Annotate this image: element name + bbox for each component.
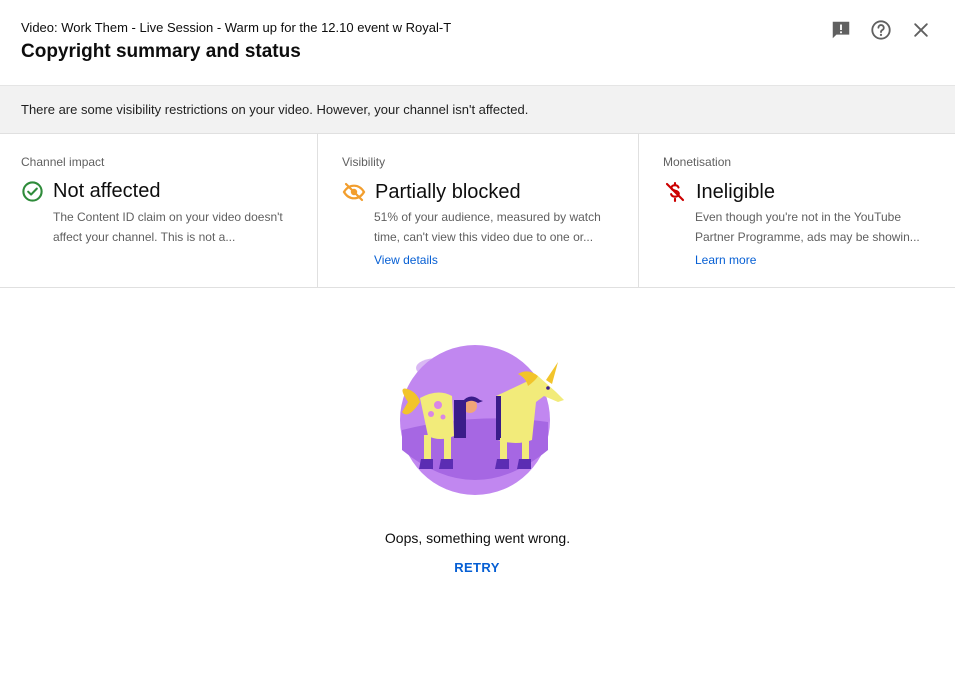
eye-off-icon [342,182,366,202]
card-channel-impact: Channel impact Not affected The Content … [0,134,317,287]
card-monetisation: Monetisation Ineligible Even though you'… [638,134,955,287]
card-status: Ineligible [663,180,775,204]
card-description: Even though you're not in the YouTube Pa… [695,207,940,247]
help-icon [871,20,891,40]
help-button[interactable] [869,18,893,42]
card-description: 51% of your audience, measured by watch … [374,207,619,247]
card-label: Channel impact [21,155,105,169]
card-description: The Content ID claim on your video doesn… [53,207,298,247]
header-actions [829,18,933,42]
description-line: Partner Programme, ads may be showin... [695,230,920,244]
restriction-banner: There are some visibility restrictions o… [0,86,955,134]
check-circle-icon [22,181,43,202]
banner-text: There are some visibility restrictions o… [21,102,529,117]
unicorn-costume-illustration [388,340,578,500]
description-line: 51% of your audience, measured by watch [374,210,601,224]
learn-more-link[interactable]: Learn more [695,253,756,267]
error-message: Oops, something went wrong. [384,530,571,546]
description-line: Even though you're not in the YouTube [695,210,902,224]
card-label: Monetisation [663,155,732,169]
card-status: Not affected [21,180,160,203]
dialog-header: Video: Work Them - Live Session - Warm u… [0,0,955,86]
money-off-icon [665,181,685,203]
card-visibility: Visibility Partially blocked 51% of your… [317,134,638,287]
feedback-button[interactable] [829,18,853,42]
retry-button[interactable]: RETRY [437,560,517,580]
status-text: Not affected [53,180,161,202]
status-text: Partially blocked [375,180,521,203]
description-line: The Content ID claim on your video doesn… [53,210,283,224]
description-line: time, can't view this video due to one o… [374,230,594,244]
status-text: Ineligible [696,180,775,203]
feedback-icon [832,21,850,39]
dialog-title: Copyright summary and status [21,41,301,62]
view-details-link[interactable]: View details [374,253,438,267]
close-icon [914,23,928,37]
close-button[interactable] [909,18,933,42]
card-status: Partially blocked [342,180,521,204]
description-line: affect your channel. This is not a... [53,230,236,244]
card-label: Visibility [342,155,386,169]
status-cards: Channel impact Not affected The Content … [0,134,955,288]
video-title: Video: Work Them - Live Session - Warm u… [21,20,452,35]
